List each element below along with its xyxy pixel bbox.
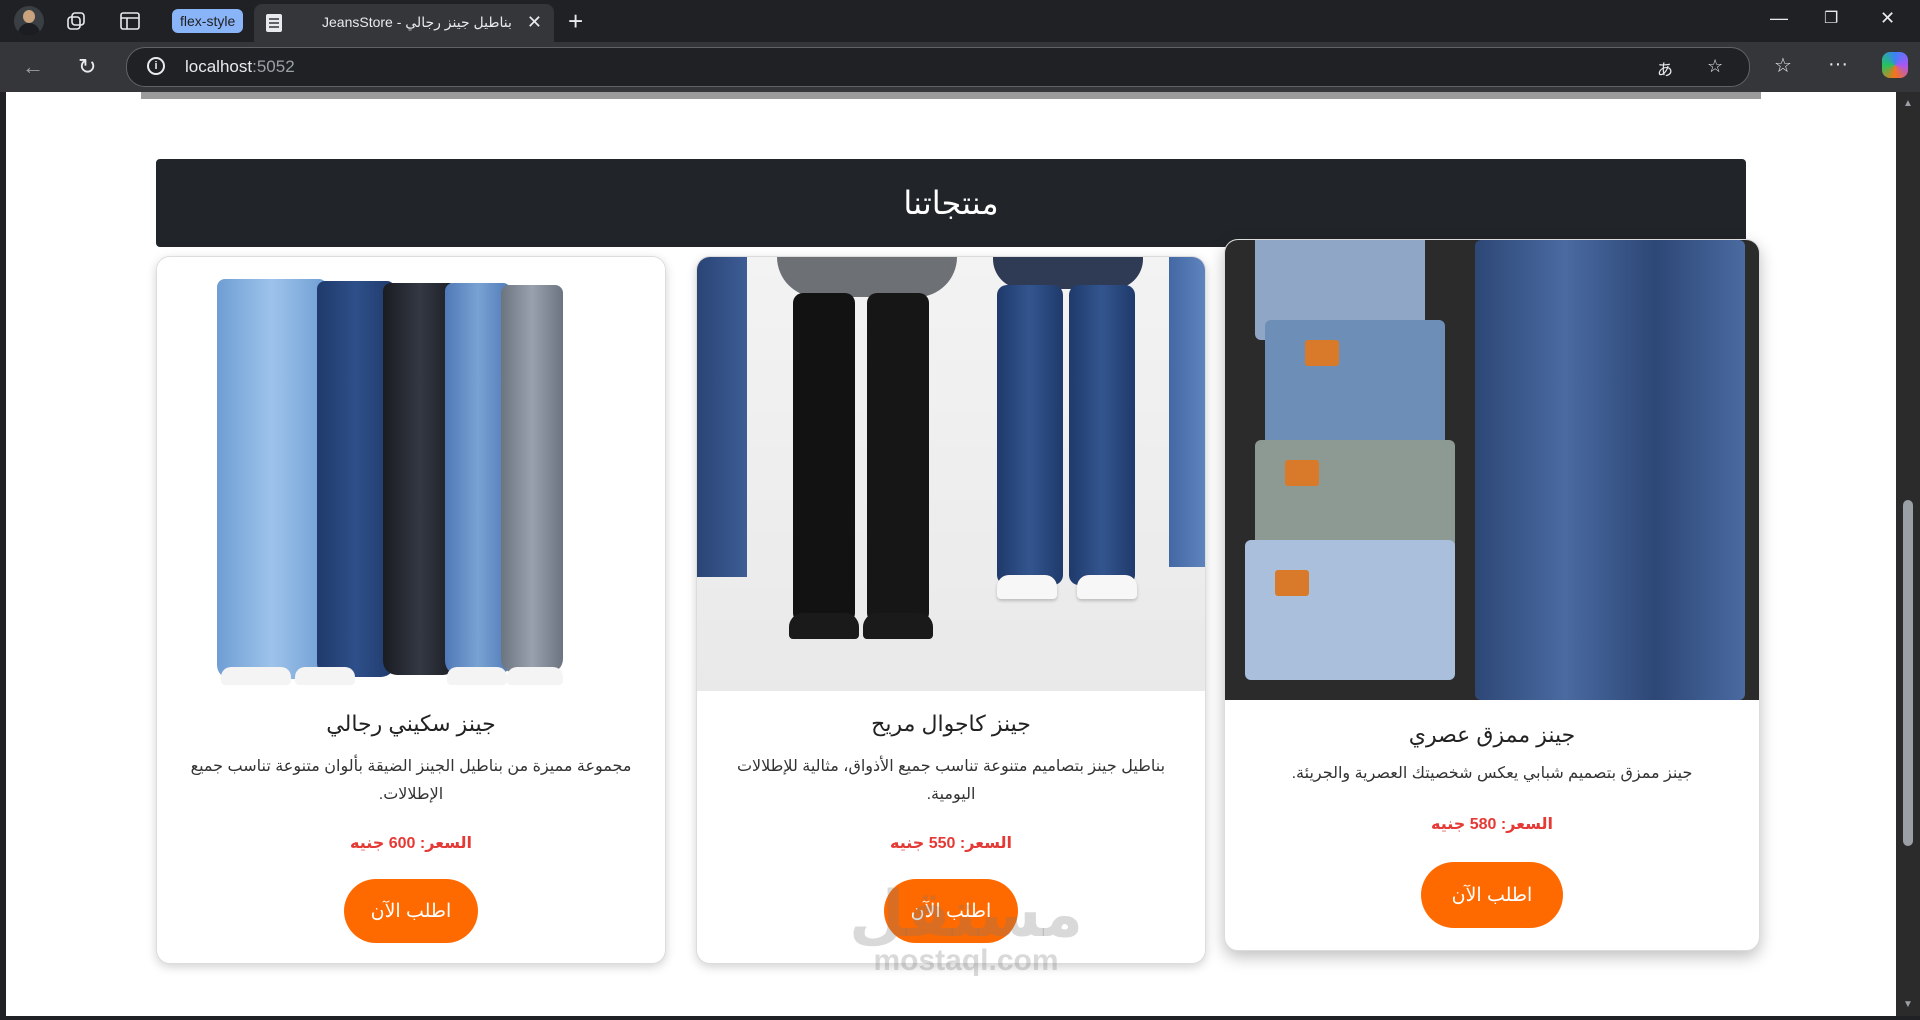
info-icon[interactable]: i [147, 57, 165, 75]
close-icon[interactable]: ✕ [527, 12, 542, 33]
minimize-icon[interactable]: — [1770, 8, 1788, 29]
maximize-icon[interactable]: ❐ [1824, 8, 1838, 28]
scroll-up-arrow[interactable]: ▲ [1903, 98, 1913, 109]
tab-actions-icon[interactable] [118, 9, 142, 33]
shoe [507, 667, 563, 685]
leather-tag [1305, 340, 1339, 366]
blue-jeans-leg [1069, 285, 1135, 585]
favorite-star-icon[interactable]: ☆ [1707, 56, 1723, 77]
product-price: السعر: 550 جنيه [890, 835, 1012, 852]
shoe [447, 667, 507, 685]
vertical-scrollbar[interactable]: ▲ ▼ [1896, 92, 1920, 1016]
ripped-jeans [1475, 240, 1745, 700]
url-text: localhost:5052 [185, 57, 295, 77]
avatar-body [18, 23, 40, 36]
read-aloud-icon[interactable]: あ [1657, 56, 1673, 80]
product-description: جينز ممزق بتصميم شبابي يعكس شخصيتك العصر… [1291, 765, 1693, 782]
shoe [295, 667, 355, 685]
black-loafer [789, 613, 859, 639]
section-title: منتجاتنا [156, 159, 1746, 247]
page-viewport: منتجاتنا جينز سكيني رجالي مجموعة مميزة م… [0, 92, 1920, 1020]
close-window-icon[interactable]: ✕ [1880, 8, 1895, 29]
watermark-arabic: مستقل [848, 878, 1084, 950]
favorites-icon[interactable]: ☆ [1774, 53, 1792, 78]
grey-sweater [777, 257, 957, 297]
order-now-button[interactable]: اطلب الآن [1421, 862, 1563, 928]
blue-jeans-leg [997, 285, 1063, 585]
url-field[interactable]: i localhost:5052 あ ☆ [126, 47, 1750, 87]
jeans-leg-right [1169, 257, 1205, 567]
back-icon[interactable]: ← [22, 54, 44, 80]
browser-tab-bar: flex-style JeansStore - بناطيل جينز رجال… [0, 0, 1920, 42]
black-loafer [863, 613, 933, 639]
top-divider [141, 92, 1761, 99]
avatar-head [23, 10, 35, 23]
order-now-button[interactable]: اطلب الآن [344, 879, 478, 943]
jeans-leg-left [697, 257, 747, 577]
new-tab-icon[interactable]: + [568, 6, 583, 37]
tab-group-label[interactable]: flex-style [172, 9, 244, 33]
product-card-casual: جينز كاجوال مريح بناطيل جينز بتصاميم متن… [696, 256, 1206, 964]
url-port: :5052 [252, 57, 295, 76]
leather-tag [1285, 460, 1319, 486]
product-image-ripped [1225, 240, 1759, 700]
black-jeans-leg [793, 293, 855, 623]
browser-address-bar: ← ↻ i localhost:5052 あ ☆ ☆ ··· [0, 42, 1920, 92]
product-description: مجموعة مميزة من بناطيل الجينز الضيقة بأل… [190, 758, 632, 803]
product-price: السعر: 580 جنيه [1431, 816, 1553, 833]
jeans-light-blue [217, 279, 327, 679]
product-description: بناطيل جينز بتصاميم متنوعة تناسب جميع ال… [736, 758, 1166, 803]
copilot-icon[interactable] [1882, 52, 1908, 78]
active-tab[interactable]: JeansStore - بناطيل جينز رجالي ✕ [254, 4, 554, 42]
leather-tag [1275, 570, 1309, 596]
watermark: مستقل mostaql.com [846, 882, 1086, 976]
scroll-down-arrow[interactable]: ▼ [1903, 999, 1913, 1010]
shoe [221, 667, 291, 685]
product-image-casual [697, 257, 1205, 691]
watermark-latin: mostaql.com [873, 944, 1059, 977]
product-name: جينز سكيني رجالي [326, 711, 496, 736]
product-price: السعر: 600 جنيه [350, 835, 472, 852]
product-name: جينز ممزق عصري [1408, 722, 1576, 747]
workspaces-icon[interactable] [64, 9, 88, 33]
url-host: localhost [185, 57, 253, 76]
tab-title: JeansStore - بناطيل جينز رجالي [322, 14, 512, 30]
folded-jeans-pale [1245, 540, 1455, 680]
product-name: جينز كاجوال مريح [871, 711, 1031, 736]
white-sneaker [997, 575, 1057, 599]
page-favicon [266, 14, 282, 32]
white-sneaker [1077, 575, 1137, 599]
page-body: منتجاتنا جينز سكيني رجالي مجموعة مميزة م… [6, 92, 1896, 1016]
profile-avatar[interactable] [14, 6, 44, 36]
more-icon[interactable]: ··· [1828, 53, 1848, 76]
product-card-skinny: جينز سكيني رجالي مجموعة مميزة من بناطيل … [156, 256, 666, 964]
black-jeans-leg [867, 293, 929, 623]
jeans-grey [501, 285, 563, 673]
scrollbar-thumb[interactable] [1903, 500, 1913, 846]
product-card-ripped: جينز ممزق عصري جينز ممزق بتصميم شبابي يع… [1224, 239, 1760, 951]
reload-icon[interactable]: ↻ [78, 54, 96, 80]
product-image-skinny [157, 257, 665, 691]
